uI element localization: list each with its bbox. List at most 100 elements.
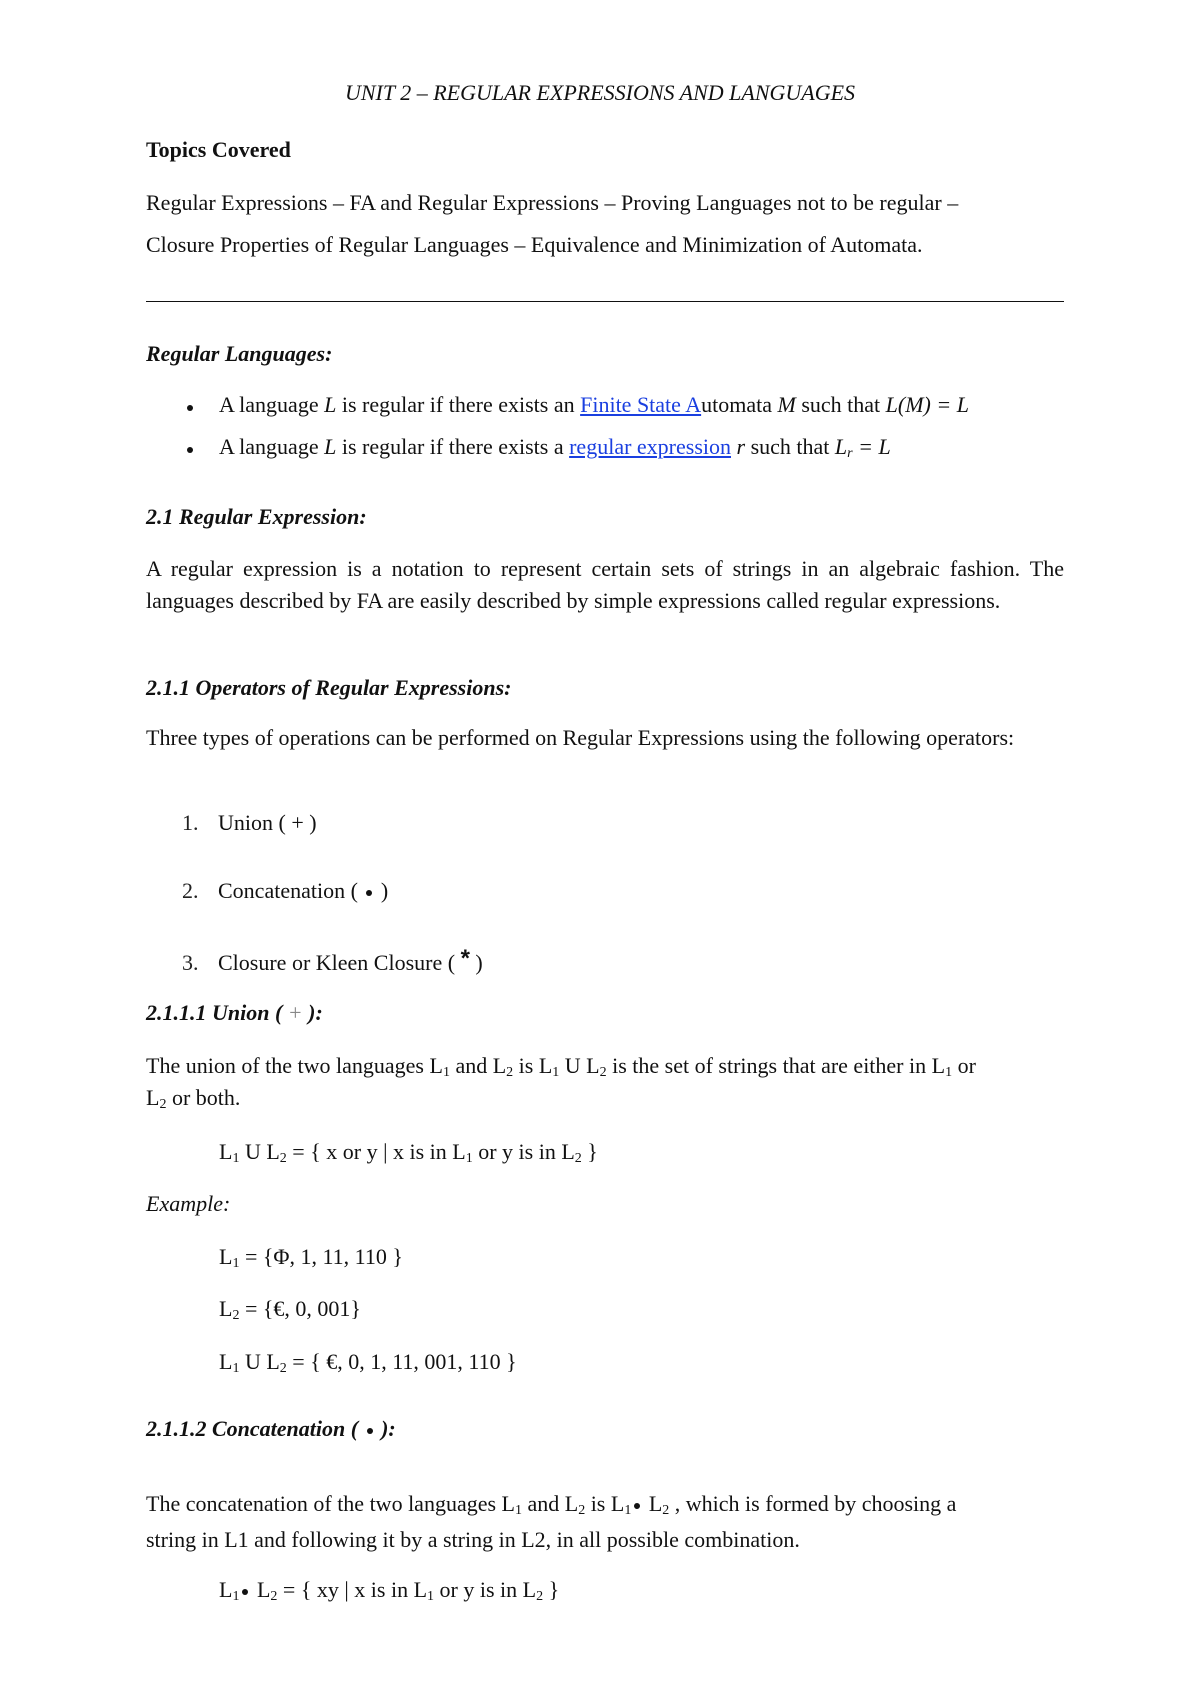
text: or both. <box>166 1085 241 1110</box>
operator-label: ) <box>380 878 389 903</box>
section-union-heading: 2.1.1.1 Union ( + ): <box>146 1000 323 1026</box>
text: A language <box>219 392 325 417</box>
operator-item-union: 1. Union ( + ) <box>182 810 317 836</box>
operator-label: ) <box>475 950 483 975</box>
horizontal-rule <box>146 301 1064 302</box>
operator-item-concatenation: 2. Concatenation ( ) <box>182 878 388 904</box>
list-number: 1. <box>182 810 199 835</box>
formula: L(M) = L <box>885 392 969 417</box>
text: is regular if there exists an <box>336 392 581 417</box>
text: = {€, 0, 001} <box>239 1296 361 1321</box>
text: } <box>543 1577 560 1602</box>
text: L <box>146 1085 160 1110</box>
symbol-M: M <box>777 392 796 417</box>
symbol-r: r <box>736 434 746 459</box>
union-formula: L1 U L2 = { x or y | x is in L1 or y is … <box>219 1139 598 1166</box>
text: = { xy | x is in L <box>277 1577 428 1602</box>
text: such that <box>745 434 835 459</box>
finite-state-automata-link[interactable]: Finite State A <box>580 392 701 417</box>
symbol-L: L <box>324 434 337 459</box>
text: L <box>643 1491 663 1516</box>
bullet-icon <box>187 447 193 453</box>
text: = {Φ, 1, 11, 110 } <box>239 1244 403 1269</box>
text: and L <box>521 1491 579 1516</box>
text: is the set of strings that are either in… <box>606 1053 946 1078</box>
text: L <box>219 1296 233 1321</box>
subscript: 1 <box>465 1151 473 1166</box>
subscript: 1 <box>514 1503 522 1518</box>
text: is L <box>585 1491 625 1516</box>
text: 2.1.1.1 Union ( <box>146 1000 283 1025</box>
text: , which is formed by choosing a <box>669 1491 957 1516</box>
subscript: 1 <box>427 1589 435 1604</box>
union-paragraph-line-2: L2 or both. <box>146 1085 241 1112</box>
subscript: 1 <box>442 1065 450 1080</box>
example-L2: L2 = {€, 0, 001} <box>219 1296 361 1323</box>
topics-heading: Topics Covered <box>146 137 291 162</box>
regular-expression-link[interactable]: regular expression <box>569 434 731 459</box>
text: The concatenation of the two languages L <box>146 1491 515 1516</box>
example-L1: L1 = {Φ, 1, 11, 110 } <box>219 1244 403 1271</box>
text: U L <box>559 1053 600 1078</box>
dot-operator-icon <box>634 1503 641 1509</box>
text: is regular if there exists a <box>336 434 570 459</box>
dot-operator-icon <box>242 1589 249 1595</box>
text: such that <box>795 392 886 417</box>
subscript: 1 <box>624 1503 632 1518</box>
symbol-L: L <box>324 392 337 417</box>
text: U L <box>239 1349 280 1374</box>
concatenation-formula: L1 L2 = { xy | x is in L1 or y is in L2 … <box>219 1577 560 1604</box>
bullet-icon <box>187 405 193 411</box>
text: or y is in L <box>472 1139 575 1164</box>
list-number: 2. <box>182 878 199 903</box>
document-title: UNIT 2 – REGULAR EXPRESSIONS AND LANGUAG… <box>344 80 856 105</box>
text: utomata <box>701 392 778 417</box>
text: or y is in L <box>434 1577 537 1602</box>
section-2-1-1-paragraph: Three types of operations can be perform… <box>146 725 1015 750</box>
text: = { €, 0, 1, 11, 001, 110 } <box>286 1349 517 1374</box>
text: L <box>219 1349 233 1374</box>
formula: = L <box>852 434 891 459</box>
topics-line-2: Closure Properties of Regular Languages … <box>146 232 923 257</box>
dot-operator-icon <box>366 1428 373 1434</box>
subscript: 2 <box>279 1151 287 1166</box>
list-number: 3. <box>182 950 199 975</box>
bullet-item-2: A language L is regular if there exists … <box>219 434 891 461</box>
concatenation-paragraph-line-1: The concatenation of the two languages L… <box>146 1491 957 1518</box>
subscript: 2 <box>599 1065 607 1080</box>
symbol-L: L <box>834 434 848 459</box>
plus-symbol: + <box>282 1000 309 1025</box>
bullet-item-1: A language L is regular if there exists … <box>219 392 969 418</box>
subscript: 1 <box>232 1589 240 1604</box>
text: A language <box>219 434 325 459</box>
union-paragraph-line-1: The union of the two languages L1 and L2… <box>146 1053 1064 1080</box>
text: L <box>219 1139 233 1164</box>
text: ): <box>381 1416 396 1441</box>
section-2-1-heading: 2.1 Regular Expression: <box>146 504 367 529</box>
subscript: 2 <box>279 1361 287 1376</box>
dot-operator-icon <box>366 890 373 896</box>
text: L <box>251 1577 271 1602</box>
subscript: 2 <box>574 1151 582 1166</box>
text: U L <box>239 1139 280 1164</box>
section-concatenation-heading: 2.1.1.2 Concatenation ( ): <box>146 1416 396 1442</box>
text: 2.1.1.2 Concatenation ( <box>146 1416 359 1441</box>
text: is L <box>513 1053 553 1078</box>
text: = { x or y | x is in L <box>286 1139 466 1164</box>
text: ): <box>308 1000 323 1025</box>
subscript: 1 <box>945 1065 953 1080</box>
operator-label: Union ( + ) <box>218 810 317 835</box>
operator-item-closure: 3. Closure or Kleen Closure ( * ) <box>182 945 483 976</box>
section-2-1-1-heading: 2.1.1 Operators of Regular Expressions: <box>146 675 512 700</box>
text: L <box>219 1244 233 1269</box>
text: } <box>581 1139 598 1164</box>
text: and L <box>449 1053 507 1078</box>
example-label: Example: <box>146 1191 231 1216</box>
regular-languages-heading: Regular Languages: <box>146 341 333 366</box>
text: L <box>219 1577 233 1602</box>
section-2-1-paragraph: A regular expression is a notation to re… <box>146 556 1064 613</box>
topics-line-1: Regular Expressions – FA and Regular Exp… <box>146 190 959 215</box>
star-operator-icon: * <box>460 945 470 972</box>
concatenation-paragraph-line-2: string in L1 and following it by a strin… <box>146 1527 800 1552</box>
operator-label: Concatenation ( <box>218 878 358 903</box>
